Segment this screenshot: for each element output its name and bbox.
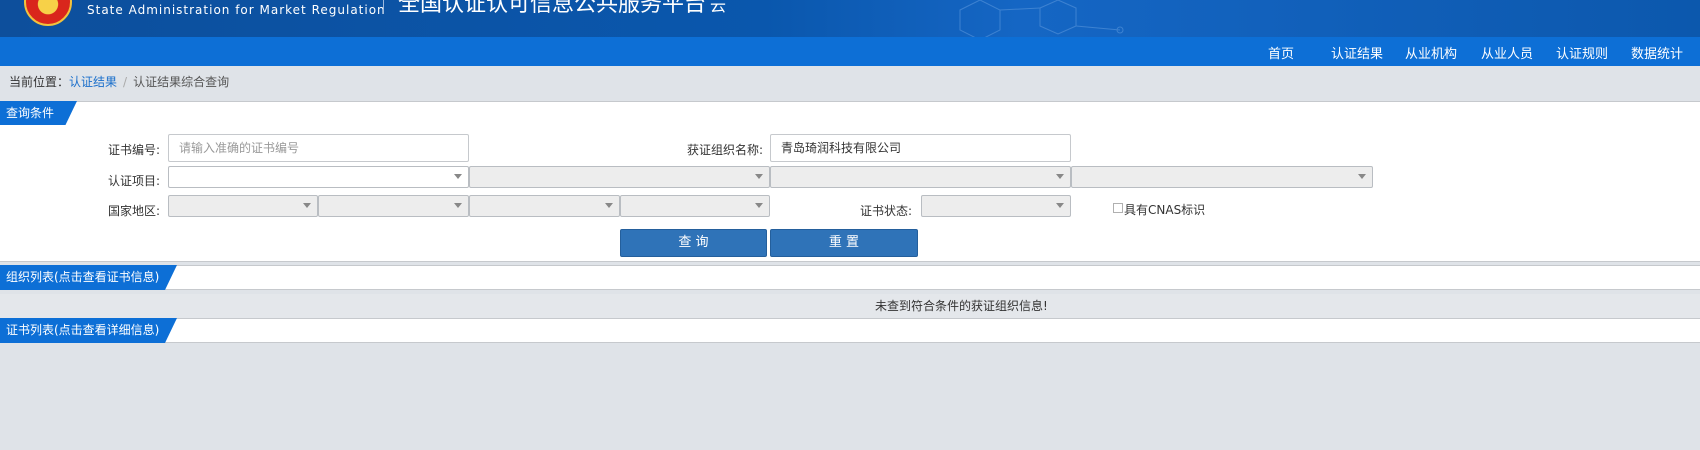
status-label: 证书状态: (859, 204, 912, 218)
nav-item-statistics[interactable]: 数据统计 (1631, 43, 1683, 62)
project-select-4[interactable] (1071, 166, 1373, 188)
chevron-down-icon (605, 203, 613, 208)
platform-title-text: 全国认证认可信息公共服务平台 (398, 0, 707, 17)
network-decoration-icon (959, 0, 1124, 37)
chevron-down-icon (454, 174, 462, 179)
chevron-down-icon (755, 174, 763, 179)
project-select-2[interactable] (469, 166, 770, 188)
cnas-label: 具有CNAS标识 (1124, 203, 1206, 217)
agency-english-name: State Administration for Market Regulati… (87, 3, 386, 17)
query-section-header: 查询条件 (0, 101, 1700, 126)
project-label: 认证项目: (107, 174, 160, 188)
nav-item-cert-rules[interactable]: 认证规则 (1556, 43, 1608, 62)
search-button[interactable]: 查 询 (620, 229, 767, 257)
query-section-title: 查询条件 (0, 101, 77, 126)
cert-no-label: 证书编号: (107, 143, 160, 157)
chevron-down-icon (1056, 203, 1064, 208)
project-select-1[interactable] (168, 166, 469, 188)
org-list-empty-message: 未查到符合条件的获证组织信息! (875, 299, 1048, 313)
breadcrumb-separator: / (123, 75, 128, 89)
org-list-empty-row: 未查到符合条件的获证组织信息! (0, 294, 1700, 318)
chevron-down-icon (1056, 174, 1064, 179)
cert-no-input[interactable]: 请输入准确的证书编号 (168, 134, 469, 162)
cnas-checkbox[interactable] (1113, 203, 1123, 213)
org-list-header: 组织列表(点击查看证书信息) (0, 265, 1700, 290)
region-select-3[interactable] (469, 195, 620, 217)
main-nav: 首页 认证结果 从业机构 从业人员 认证规则 数据统计 (0, 37, 1700, 66)
region-select-2[interactable] (318, 195, 469, 217)
chevron-down-icon (755, 203, 763, 208)
banner-divider (383, 0, 384, 10)
cert-list-header: 证书列表(点击查看详细信息) (0, 318, 1700, 343)
platform-cloud-mark: 云 (710, 0, 727, 15)
platform-title: 全国认证认可信息公共服务平台云 (398, 0, 726, 18)
national-emblem-icon (24, 0, 72, 26)
region-select-4[interactable] (620, 195, 770, 217)
nav-item-cert-results[interactable]: 认证结果 (1331, 43, 1383, 62)
nav-item-institutions[interactable]: 从业机构 (1405, 43, 1457, 62)
breadcrumb-prefix: 当前位置： (9, 75, 70, 89)
status-select[interactable] (921, 195, 1071, 217)
nav-item-home[interactable]: 首页 (1268, 43, 1294, 62)
site-banner: State Administration for Market Regulati… (0, 0, 1700, 37)
cert-list-title: 证书列表(点击查看详细信息) (0, 318, 177, 343)
breadcrumb-current: 认证结果综合查询 (133, 75, 230, 89)
nav-item-practitioners[interactable]: 从业人员 (1481, 43, 1533, 62)
chevron-down-icon (1358, 174, 1366, 179)
breadcrumb-link-cert-results[interactable]: 认证结果 (69, 75, 117, 89)
org-name-input[interactable]: 青岛琦润科技有限公司 (770, 134, 1071, 162)
region-label: 国家地区: (107, 204, 160, 218)
org-name-label: 获证组织名称: (686, 143, 763, 157)
reset-button[interactable]: 重 置 (770, 229, 918, 257)
org-list-title: 组织列表(点击查看证书信息) (0, 265, 177, 290)
chevron-down-icon (303, 203, 311, 208)
breadcrumb: 当前位置：认证结果 / 认证结果综合查询 (9, 73, 229, 90)
project-select-3[interactable] (770, 166, 1071, 188)
region-select-1[interactable] (168, 195, 318, 217)
chevron-down-icon (454, 203, 462, 208)
